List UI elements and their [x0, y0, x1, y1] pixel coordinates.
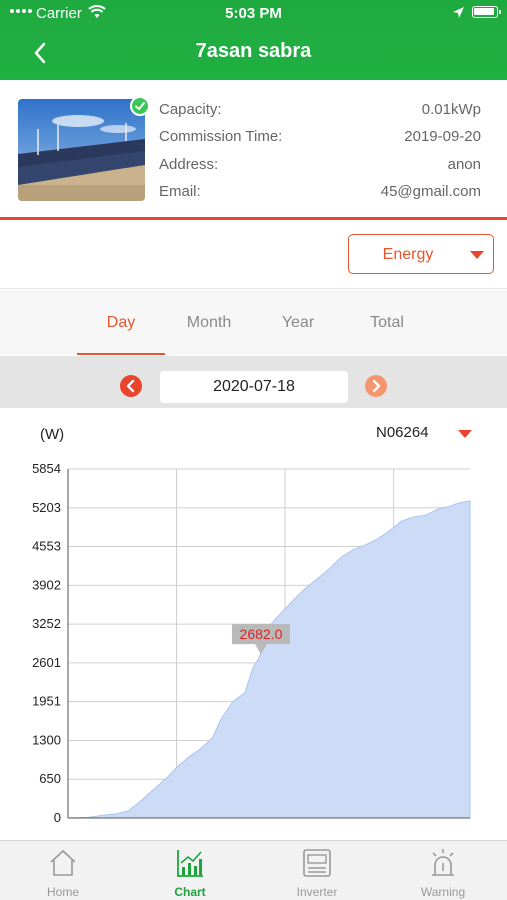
- tab-year-label: Year: [281, 314, 315, 331]
- inverter-icon: [303, 849, 331, 877]
- energy-type-value: Energy: [382, 246, 434, 263]
- nav-chart-label: Chart: [174, 885, 206, 899]
- tab-year[interactable]: Year: [254, 290, 342, 355]
- date-navigator: 2020-07-18: [0, 356, 507, 408]
- y-tick-label: 4553: [32, 539, 61, 554]
- nav-home[interactable]: Home: [0, 841, 126, 900]
- y-tick-label: 5854: [32, 461, 61, 476]
- home-icon: [50, 849, 76, 876]
- status-bar: Carrier 5:03 PM: [0, 0, 507, 26]
- y-tick-label: 1951: [32, 694, 61, 709]
- y-tick-label: 3252: [32, 616, 61, 631]
- tab-month-label: Month: [186, 314, 232, 331]
- date-display[interactable]: 2020-07-18: [160, 371, 348, 403]
- bottom-tab-bar: Home Chart Inverter Warning: [0, 840, 507, 900]
- y-tick-label: 0: [54, 810, 61, 825]
- prev-date-button[interactable]: [120, 375, 142, 397]
- nav-warning-label: Warning: [420, 885, 466, 899]
- caret-down-icon: [470, 251, 484, 259]
- period-tabs: Day Month Year Total: [0, 290, 507, 355]
- chart-area: (W) N06264 5854 5203 4553 3902 3252 2601 1951 1…: [0, 408, 507, 840]
- warning-icon: [432, 849, 454, 876]
- nav-home-label: Home: [46, 885, 79, 899]
- chevron-left-icon: [120, 375, 142, 397]
- tab-day[interactable]: Day: [77, 290, 165, 355]
- nav-chart[interactable]: Chart: [127, 841, 253, 900]
- nav-warning[interactable]: Warning: [380, 841, 506, 900]
- address-value: anon: [447, 156, 481, 173]
- page-title: 7asan sabra: [195, 40, 312, 62]
- plant-info-card: Capacity: 0.01kWp Commission Time: 2019-…: [0, 80, 507, 220]
- type-select-strip: Energy: [0, 223, 507, 289]
- capacity-label: Capacity:: [159, 101, 222, 118]
- series-area: [67, 500, 471, 819]
- y-tick-label: 2601: [32, 655, 61, 670]
- chevron-right-icon: [365, 375, 387, 397]
- nav-inverter-label: Inverter: [296, 885, 338, 899]
- location-arrow-icon: [453, 7, 464, 18]
- verified-check-icon: [130, 96, 150, 116]
- energy-type-select[interactable]: Energy: [348, 234, 494, 274]
- commission-time-label: Commission Time:: [159, 128, 283, 145]
- commission-time-value: 2019-09-20: [404, 128, 481, 145]
- tab-total-label: Total: [370, 314, 404, 331]
- solar-plant-image: [18, 99, 145, 201]
- battery-icon: [472, 6, 501, 18]
- tab-day-label: Day: [106, 314, 136, 331]
- email-value: 45@gmail.com: [380, 183, 481, 200]
- app-header: Carrier 5:03 PM 7asan sabra: [0, 0, 507, 80]
- capacity-value: 0.01kWp: [421, 101, 481, 118]
- address-label: Address:: [159, 156, 219, 173]
- y-tick-label: 3902: [32, 577, 61, 592]
- plant-photo[interactable]: [18, 99, 145, 201]
- tab-month[interactable]: Month: [165, 290, 253, 355]
- chart-icon: [177, 850, 203, 877]
- y-tick-label: 1300: [32, 732, 61, 747]
- email-label: Email:: [159, 183, 201, 200]
- status-time: 5:03 PM: [225, 5, 282, 22]
- power-chart[interactable]: 5854 5203 4553 3902 3252 2601 1951 1300 650 0 2682…: [0, 408, 507, 840]
- y-tick-label: 5203: [32, 500, 61, 515]
- nav-inverter[interactable]: Inverter: [254, 841, 380, 900]
- next-date-button[interactable]: [365, 375, 387, 397]
- tab-total[interactable]: Total: [343, 290, 431, 355]
- tooltip-value: 2682.0: [240, 626, 283, 642]
- y-tick-label: 650: [39, 771, 61, 786]
